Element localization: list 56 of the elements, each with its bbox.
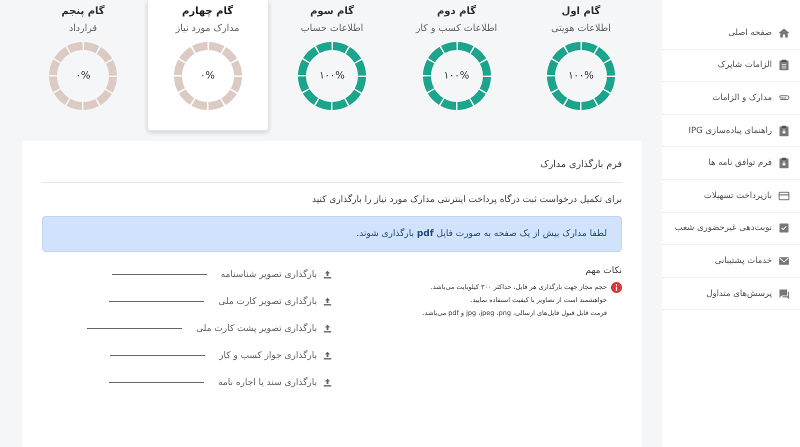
progress-ring xyxy=(172,40,244,112)
step-subtitle: اطلاعات کسب و کار xyxy=(416,23,498,34)
step-title: گام پنجم xyxy=(61,6,105,17)
checkbox-icon xyxy=(778,222,790,234)
upload-icon xyxy=(323,378,332,387)
sidebar-item[interactable]: خدمات پشتیبانی xyxy=(662,245,800,278)
progress-percent: ۱۰۰% xyxy=(319,70,345,82)
sidebar-item[interactable]: بازپرداخت تسهیلات xyxy=(662,180,800,213)
sidebar-item[interactable]: پرسش‌های متداول xyxy=(662,278,800,310)
progress-ring xyxy=(420,40,492,112)
upload-icon xyxy=(323,324,332,333)
info-icon xyxy=(611,282,622,293)
progress-ring xyxy=(545,40,617,112)
progress-ring xyxy=(47,40,119,112)
clipboard-icon xyxy=(778,59,790,72)
step-tab[interactable]: گام اول اطلاعات هویتی ۱۰۰% xyxy=(520,0,642,131)
notes-title: نکات مهم xyxy=(584,266,622,276)
step-title: گام دوم xyxy=(436,6,476,17)
step-tab[interactable]: گام سوم اطلاعات حساب ۱۰۰% xyxy=(271,0,393,131)
upload-link[interactable]: بارگذاری تصویر کارت ملی xyxy=(218,296,317,306)
home-icon xyxy=(778,26,790,39)
step-tab[interactable]: گام پنجم قرارداد ۰% xyxy=(22,0,144,131)
step-tab[interactable]: گام دوم اطلاعات کسب و کار ۱۰۰% xyxy=(396,0,518,131)
step-title: گام سوم xyxy=(310,6,354,17)
sidebar-item[interactable]: فرم توافق نامه ها xyxy=(662,147,800,180)
progress-percent: ۱۰۰% xyxy=(568,70,594,82)
progress-ring xyxy=(296,40,368,112)
step-title: گام اول xyxy=(562,6,600,17)
step-subtitle: اطلاعات حساب xyxy=(300,23,364,34)
sidebar-item[interactable]: صفحه اصلی xyxy=(662,17,800,50)
credit-card-icon xyxy=(778,190,790,202)
sidebar-item[interactable]: الزامات شاپرک xyxy=(662,50,800,82)
upload-link[interactable]: بارگذاری تصویر پشت کارت ملی xyxy=(196,324,317,334)
sidebar-item[interactable]: راهنمای پیاده‌سازی IPG xyxy=(662,114,800,148)
upload-icon xyxy=(323,297,332,306)
progress-percent: ۰% xyxy=(200,70,215,82)
step-subtitle: مدارک مورد نیاز xyxy=(176,23,240,34)
intro-text: برای تکمیل درخواست ثبت درگاه پرداخت اینترنتی مدارک مورد نیاز را بارگذاری کنید xyxy=(310,195,622,205)
step-subtitle: قرارداد xyxy=(68,23,98,34)
form-title: فرم بارگذاری مدارک xyxy=(539,159,622,170)
upload-link[interactable]: بارگذاری تصویر شناسنامه xyxy=(220,270,317,280)
step-title: گام چهارم xyxy=(182,6,234,17)
clipboard-download-icon xyxy=(778,157,790,170)
upload-icon xyxy=(323,351,332,360)
envelope-icon xyxy=(778,254,790,267)
progress-percent: ۱۰۰% xyxy=(444,70,470,82)
sidebar-item[interactable]: مدارک و الزامات xyxy=(662,82,800,115)
sidebar-item[interactable]: نوبت‌دهی غیرحضوری شعب xyxy=(662,212,800,246)
upload-link[interactable]: بارگذاری جواز کسب و کار xyxy=(219,350,317,360)
upload-link[interactable]: بارگذاری سند یا اجاره نامه xyxy=(218,378,317,388)
step-tab[interactable]: گام چهارم مدارک مورد نیاز ۰% xyxy=(146,0,268,131)
progress-percent: ۰% xyxy=(76,70,90,82)
upload-icon xyxy=(323,270,332,279)
chat-icon xyxy=(778,288,790,300)
clipboard-download-icon xyxy=(778,124,790,137)
step-subtitle: اطلاعات هویتی xyxy=(551,23,611,34)
